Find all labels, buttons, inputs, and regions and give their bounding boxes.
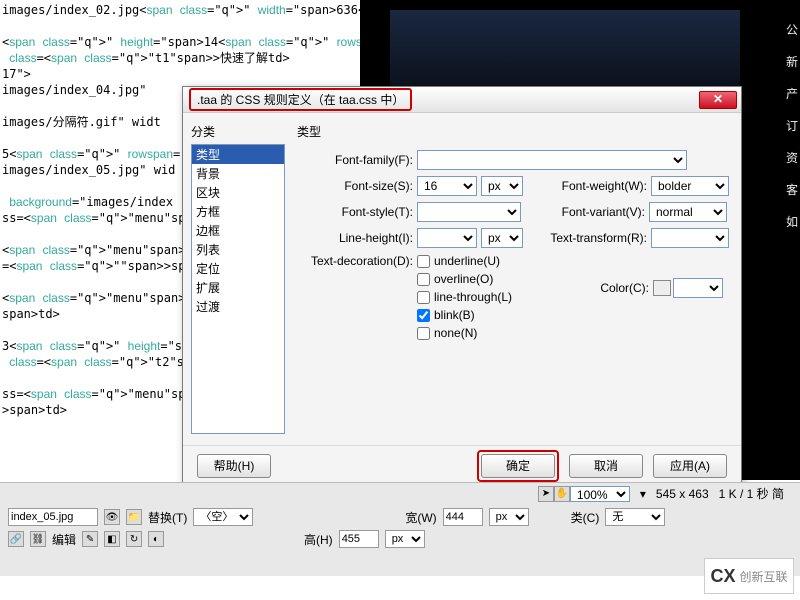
category-label: 分类 (191, 123, 285, 140)
font-style-select[interactable] (417, 202, 521, 222)
replace-select[interactable]: 〈空〉 (193, 508, 253, 526)
font-style-label: Font-style(T): (297, 205, 417, 219)
color-select[interactable] (673, 278, 723, 298)
class-label: 类(C) (571, 509, 600, 526)
line-through-label: line-through(L) (434, 290, 512, 304)
folder-icon[interactable]: 📁 (126, 509, 142, 525)
ok-button[interactable]: 确定 (481, 454, 555, 478)
width-label: 宽(W) (405, 509, 436, 526)
cancel-button[interactable]: 取消 (569, 454, 643, 478)
dialog-titlebar[interactable]: .taa 的 CSS 规则定义（在 taa.css 中） ✕ (183, 87, 741, 113)
none-checkbox[interactable] (417, 327, 430, 340)
height-label: 高(H) (304, 531, 333, 548)
zoom-select[interactable]: 100% (570, 486, 630, 502)
class-select[interactable]: 无 (605, 508, 665, 526)
font-family-select[interactable] (417, 150, 687, 170)
overline-label: overline(O) (434, 272, 493, 286)
type-section-label: 类型 (297, 123, 729, 140)
category-item[interactable]: 列表 (192, 240, 284, 259)
font-family-label: Font-family(F): (297, 153, 417, 167)
font-weight-select[interactable]: bolder (651, 176, 729, 196)
dialog-title: .taa 的 CSS 规则定义（在 taa.css 中） (189, 88, 412, 111)
none-label: none(N) (434, 326, 477, 340)
line-height-label: Line-height(I): (297, 231, 417, 245)
category-item[interactable]: 定位 (192, 259, 284, 278)
category-item[interactable]: 边框 (192, 221, 284, 240)
category-item[interactable]: 类型 (192, 145, 284, 164)
edit-label: 编辑 (52, 531, 76, 548)
category-item[interactable]: 扩展 (192, 278, 284, 297)
pointer-icon[interactable]: ➤ (538, 486, 554, 502)
category-item[interactable]: 背景 (192, 164, 284, 183)
blink-checkbox[interactable] (417, 309, 430, 322)
status-bar: ➤ ✋ 100% ▾ 545 x 463 1 K / 1 秒 简 (0, 482, 800, 504)
overline-checkbox[interactable] (417, 273, 430, 286)
text-transform-select[interactable] (651, 228, 729, 248)
blink-label: blink(B) (434, 308, 475, 322)
line-height-unit[interactable]: px (481, 228, 523, 248)
category-item[interactable]: 方框 (192, 202, 284, 221)
width-input[interactable] (443, 508, 483, 526)
sharpen-icon[interactable]: ◐ (148, 531, 164, 547)
category-item[interactable]: 区块 (192, 183, 284, 202)
font-weight-label: Font-weight(W): (523, 179, 651, 193)
category-item[interactable]: 过渡 (192, 297, 284, 316)
width-unit[interactable]: px (489, 508, 529, 526)
underline-checkbox[interactable] (417, 255, 430, 268)
crop-icon[interactable]: ◧ (104, 531, 120, 547)
text-decoration-label: Text-decoration(D): (297, 254, 417, 268)
watermark-logo: CX创新互联 (704, 558, 794, 594)
underline-label: underline(U) (434, 254, 500, 268)
edit-icon[interactable]: ✎ (82, 531, 98, 547)
css-rule-dialog: .taa 的 CSS 规则定义（在 taa.css 中） ✕ 分类 类型背景区块… (182, 86, 742, 486)
chain-icon[interactable]: ⛓ (30, 531, 46, 547)
load-speed: 1 K / 1 秒 简 (719, 485, 784, 502)
color-swatch[interactable] (653, 280, 671, 296)
font-size-label: Font-size(S): (297, 179, 417, 193)
eye-icon[interactable]: 👁 (104, 509, 120, 525)
hand-icon[interactable]: ✋ (554, 486, 570, 502)
help-button[interactable]: 帮助(H) (197, 454, 271, 478)
font-variant-select[interactable]: normal (649, 202, 727, 222)
font-variant-label: Font-variant(V): (521, 205, 649, 219)
line-through-checkbox[interactable] (417, 291, 430, 304)
height-unit[interactable]: px (385, 530, 425, 548)
color-label: Color(C): (600, 281, 649, 295)
file-name-input[interactable] (8, 508, 98, 526)
link-icon[interactable]: 🔗 (8, 531, 24, 547)
rotate-icon[interactable]: ↻ (126, 531, 142, 547)
properties-panel: 👁 📁 替换(T) 〈空〉 宽(W) px 类(C) 无 🔗 ⛓ 编辑 ✎ ◧ … (0, 504, 800, 576)
canvas-dimensions: 545 x 463 (656, 487, 709, 501)
replace-label: 替换(T) (148, 509, 187, 526)
line-height-select[interactable] (417, 228, 477, 248)
category-list[interactable]: 类型背景区块方框边框列表定位扩展过渡 (191, 144, 285, 434)
height-input[interactable] (339, 530, 379, 548)
font-size-unit[interactable]: px (481, 176, 523, 196)
preview-side-labels: 公新产订资客如 (786, 14, 798, 238)
apply-button[interactable]: 应用(A) (653, 454, 727, 478)
font-size-select[interactable]: 16 (417, 176, 477, 196)
close-icon[interactable]: ✕ (699, 91, 737, 109)
text-transform-label: Text-transform(R): (523, 231, 651, 245)
